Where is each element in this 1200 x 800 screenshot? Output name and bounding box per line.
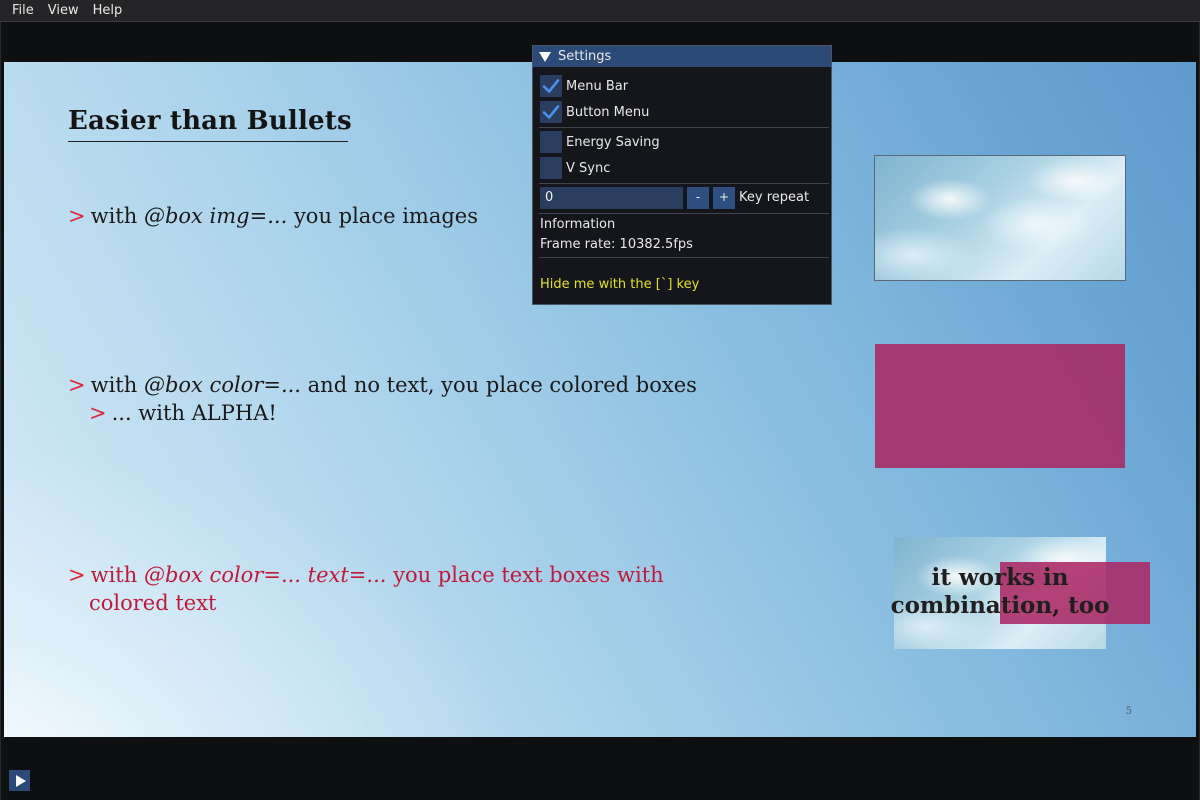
bullet-code: @box img=... <box>143 204 288 228</box>
hide-hint-text: Hide me with the [`] key <box>540 277 700 292</box>
menu-bar-label: Menu Bar <box>566 78 629 94</box>
v-sync-checkbox-row[interactable]: V Sync <box>540 157 610 179</box>
energy-saving-checkbox-row[interactable]: Energy Saving <box>540 131 660 153</box>
menu-file[interactable]: File <box>5 0 41 22</box>
triangle-down-icon[interactable] <box>539 51 551 62</box>
menu-bar: File View Help <box>0 0 1200 22</box>
play-button[interactable] <box>9 770 30 791</box>
energy-saving-checkbox[interactable] <box>540 131 562 153</box>
menu-help[interactable]: Help <box>86 0 130 22</box>
bullet-text-boxes-line2: colored text <box>89 591 217 615</box>
bullet-prefix: with <box>90 373 144 397</box>
bullet-suffix: you place text boxes with <box>386 563 664 587</box>
separator <box>539 183 829 184</box>
bullet-prefix: with <box>90 563 144 587</box>
bullet-text: ... with ALPHA! <box>111 401 277 425</box>
sub-bullet-alpha: >... with ALPHA! <box>89 401 277 425</box>
play-icon <box>15 774 26 787</box>
button-menu-checkbox[interactable] <box>540 101 562 123</box>
bullet-marker: > <box>68 204 86 228</box>
button-menu-checkbox-row[interactable]: Button Menu <box>540 101 649 123</box>
bullet-marker: > <box>68 373 86 397</box>
key-repeat-decrement-button[interactable]: - <box>687 187 709 209</box>
separator <box>539 213 829 214</box>
check-icon <box>542 79 560 93</box>
menu-bar-checkbox[interactable] <box>540 75 562 97</box>
colored-box <box>875 344 1125 468</box>
settings-title: Settings <box>558 49 612 64</box>
bullet-color-boxes: > with @box color=... and no text, you pl… <box>68 373 697 397</box>
frame-rate-text: Frame rate: 10382.5fps <box>540 237 693 252</box>
bullet-marker: > <box>68 563 86 587</box>
sky-image <box>874 155 1126 281</box>
combo-text-line1: it works in <box>931 564 1069 591</box>
separator <box>539 127 829 128</box>
bullet-prefix: with <box>90 204 144 228</box>
title-underline <box>68 141 348 142</box>
v-sync-label: V Sync <box>566 160 611 176</box>
key-repeat-increment-button[interactable]: + <box>713 187 735 209</box>
settings-titlebar[interactable]: Settings <box>533 46 831 67</box>
button-menu-label: Button Menu <box>566 104 650 120</box>
menu-bar-checkbox-row[interactable]: Menu Bar <box>540 75 628 97</box>
combo-text-line2: combination, too <box>890 592 1110 619</box>
bullet-suffix: and no text, you place colored boxes <box>300 373 697 397</box>
key-repeat-input[interactable]: 0 <box>540 187 683 209</box>
v-sync-checkbox[interactable] <box>540 157 562 179</box>
separator <box>539 257 829 258</box>
page-number: 5 <box>1125 706 1132 717</box>
information-heading: Information <box>540 217 616 232</box>
bullet-suffix: you place images <box>287 204 478 228</box>
key-repeat-label: Key repeat <box>739 190 810 205</box>
menu-view[interactable]: View <box>41 0 86 22</box>
bullet-images: > with @box img=... you place images <box>68 204 478 228</box>
bullet-code: @box color=... <box>143 373 301 397</box>
bullet-marker: > <box>89 401 107 425</box>
slide-title: Easier than Bullets <box>68 106 352 136</box>
settings-panel: Settings Menu Bar Button Menu Energy Sav… <box>532 45 832 305</box>
check-icon <box>542 105 560 119</box>
bullet-text-boxes: > with @box color=... text=... you place … <box>68 563 664 587</box>
bullet-code: @box color=... text=... <box>143 563 387 587</box>
energy-saving-label: Energy Saving <box>566 134 660 150</box>
